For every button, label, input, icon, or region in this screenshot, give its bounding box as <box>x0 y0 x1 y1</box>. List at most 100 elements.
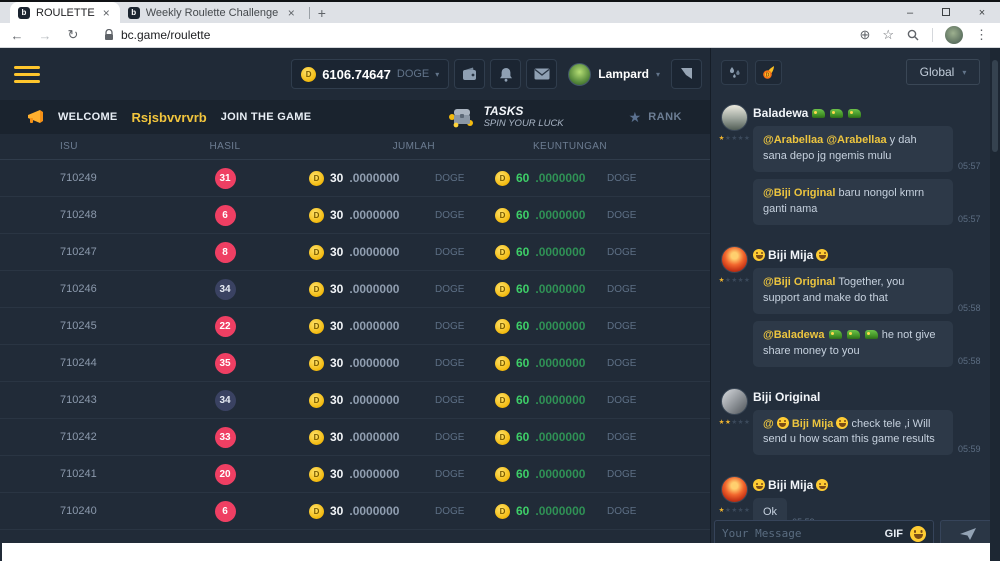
chat-username: Biji Mija <box>753 478 996 492</box>
chat-message: @ Biji Mija check tele ,i Will send u ho… <box>753 410 996 456</box>
chat-message-input[interactable] <box>722 527 878 540</box>
welcome-banner: WELCOME Rsjsbvvrvrb JOIN THE GAME TASKS … <box>0 100 710 134</box>
chat-gutter: ★★★★★ <box>716 104 753 232</box>
back-icon[interactable]: ← <box>8 28 26 43</box>
doge-coin-icon: D <box>495 430 510 445</box>
tab-roulette[interactable]: b ROULETTE × <box>10 2 120 23</box>
column-header-isu: ISU <box>60 141 165 152</box>
profit-amount: D60.0000000 <box>495 430 607 445</box>
table-row[interactable]: 71024120D30.0000000DOGED60.0000000DOGE <box>0 456 710 493</box>
bet-amount: D30.0000000 <box>309 504 435 519</box>
tab-weekly-challenge[interactable]: b Weekly Roulette Challenge - Win × <box>120 2 305 23</box>
chat-user-avatar[interactable] <box>721 246 748 273</box>
browser-menu-icon[interactable]: ⋮ <box>975 27 988 43</box>
rain-button[interactable] <box>721 60 748 85</box>
emoji-picker-icon[interactable] <box>910 526 926 542</box>
doge-coin-icon: D <box>309 208 324 223</box>
envelope-icon <box>534 68 550 80</box>
close-button[interactable]: × <box>964 7 1000 19</box>
bet-amount: D30.0000000 <box>309 282 435 297</box>
url-field[interactable]: bc.game/roulette <box>92 28 849 42</box>
chat-message-bubble: @ Biji Mija check tele ,i Will send u ho… <box>753 410 953 456</box>
user-mention[interactable]: @Biji Original <box>763 276 835 288</box>
table-row[interactable]: 71024634D30.0000000DOGED60.0000000DOGE <box>0 271 710 308</box>
bet-amount: D30.0000000 <box>309 467 435 482</box>
user-avatar <box>568 63 591 86</box>
star-icon: ★ <box>744 419 750 426</box>
chat-user-avatar[interactable] <box>721 104 748 131</box>
wallet-button[interactable] <box>454 59 485 89</box>
user-mention[interactable]: @ <box>763 418 774 430</box>
zoom-icon[interactable]: ⊕ <box>859 27 870 43</box>
chat-group-body: Biji Original @ Biji Mija check tele ,i … <box>753 388 996 463</box>
doge-coin-icon: D <box>495 282 510 297</box>
balance-selector[interactable]: D 6106.74647 DOGE ▾ <box>291 59 449 89</box>
user-mention[interactable]: @Arabellaa <box>826 134 886 146</box>
bookmark-star-icon[interactable]: ☆ <box>882 27 894 43</box>
user-mention[interactable]: Biji Mija <box>792 418 834 430</box>
table-row[interactable]: 71024233D30.0000000DOGED60.0000000DOGE <box>0 419 710 456</box>
user-menu[interactable]: Lampard ▾ <box>562 63 666 86</box>
minimize-button[interactable]: – <box>892 7 928 19</box>
tab-close-icon[interactable]: × <box>101 7 112 19</box>
forward-icon[interactable]: → <box>36 28 54 43</box>
messages-button[interactable] <box>526 59 557 89</box>
result-cell: 6 <box>215 205 236 226</box>
table-row[interactable]: 71024522D30.0000000DOGED60.0000000DOGE <box>0 308 710 345</box>
divider <box>932 28 933 42</box>
chat-message-bubble: @Arabellaa @Arabellaa y dah sana depo jg… <box>753 126 953 172</box>
browser-profile-avatar[interactable] <box>945 26 963 44</box>
table-row[interactable]: 7102486D30.0000000DOGED60.0000000DOGE <box>0 197 710 234</box>
new-tab-button[interactable]: + <box>318 5 326 21</box>
table-row[interactable]: 7102478D30.0000000DOGED60.0000000DOGE <box>0 234 710 271</box>
profit-amount: D60.0000000 <box>495 245 607 260</box>
user-star-rating: ★★★★★ <box>719 506 751 514</box>
issue-number: 710249 <box>60 172 165 184</box>
table-row[interactable]: 7102406D30.0000000DOGED60.0000000DOGE <box>0 493 710 530</box>
tasks-shortcut[interactable]: TASKS SPIN YOUR LUCK <box>447 105 564 130</box>
chat-channel-select[interactable]: Global ▾ <box>906 59 980 85</box>
user-mention[interactable]: @Arabellaa <box>763 134 823 146</box>
chat-message-bubble: Ok <box>753 498 787 520</box>
scrollbar-thumb[interactable] <box>992 60 998 152</box>
currency-label: DOGE <box>607 469 657 480</box>
rewards-button[interactable] <box>671 59 702 89</box>
rain-drops-icon <box>728 66 742 79</box>
result-cell: 35 <box>215 353 236 374</box>
notifications-button[interactable] <box>490 59 521 89</box>
currency-label: DOGE <box>607 358 657 369</box>
user-mention[interactable]: @Baladewa <box>763 329 824 341</box>
issue-number: 710245 <box>60 320 165 332</box>
chat-username: Biji Mija <box>753 248 996 262</box>
doge-coin-icon: D <box>301 67 316 82</box>
hamburger-menu-icon[interactable] <box>14 66 40 83</box>
gif-button[interactable]: GIF <box>885 528 903 540</box>
table-row[interactable]: 71024334D30.0000000DOGED60.0000000DOGE <box>0 382 710 419</box>
refresh-icon[interactable]: ↻ <box>64 27 82 43</box>
chat-message-group: ★★★★★ Biji Mija @Biji Original Together,… <box>716 246 996 374</box>
bet-amount: D30.0000000 <box>309 430 435 445</box>
maximize-button[interactable] <box>928 7 964 19</box>
treasure-chest-icon <box>447 106 475 128</box>
search-icon[interactable] <box>906 28 920 42</box>
chat-message: @Biji Original baru nongol kmrn ganti na… <box>753 179 996 225</box>
user-mention[interactable]: @Biji Original <box>763 187 835 199</box>
table-row[interactable]: 71024931D30.0000000DOGED60.0000000DOGE <box>0 160 710 197</box>
doge-coin-icon: D <box>309 245 324 260</box>
page-scrollbar[interactable] <box>990 48 1000 561</box>
chat-channel-label: Global <box>920 65 955 79</box>
rank-shortcut[interactable]: ★ RANK <box>629 109 682 126</box>
table-row[interactable]: 71024435D30.0000000DOGED60.0000000DOGE <box>0 345 710 382</box>
currency-label: DOGE <box>435 395 483 406</box>
main-column: D 6106.74647 DOGE ▾ <box>0 48 710 561</box>
tab-close-icon[interactable]: × <box>286 7 297 19</box>
column-header-hasil: HASIL <box>210 141 241 152</box>
message-timestamp: 05:59 <box>958 444 981 455</box>
tab-divider <box>309 7 310 19</box>
coin-drop-button[interactable]: D <box>755 60 782 85</box>
chat-user-avatar[interactable] <box>721 388 748 415</box>
bet-amount: D30.0000000 <box>309 356 435 371</box>
rewards-icon <box>679 67 694 81</box>
chat-user-avatar[interactable] <box>721 476 748 503</box>
site-favicon: b <box>18 7 30 19</box>
